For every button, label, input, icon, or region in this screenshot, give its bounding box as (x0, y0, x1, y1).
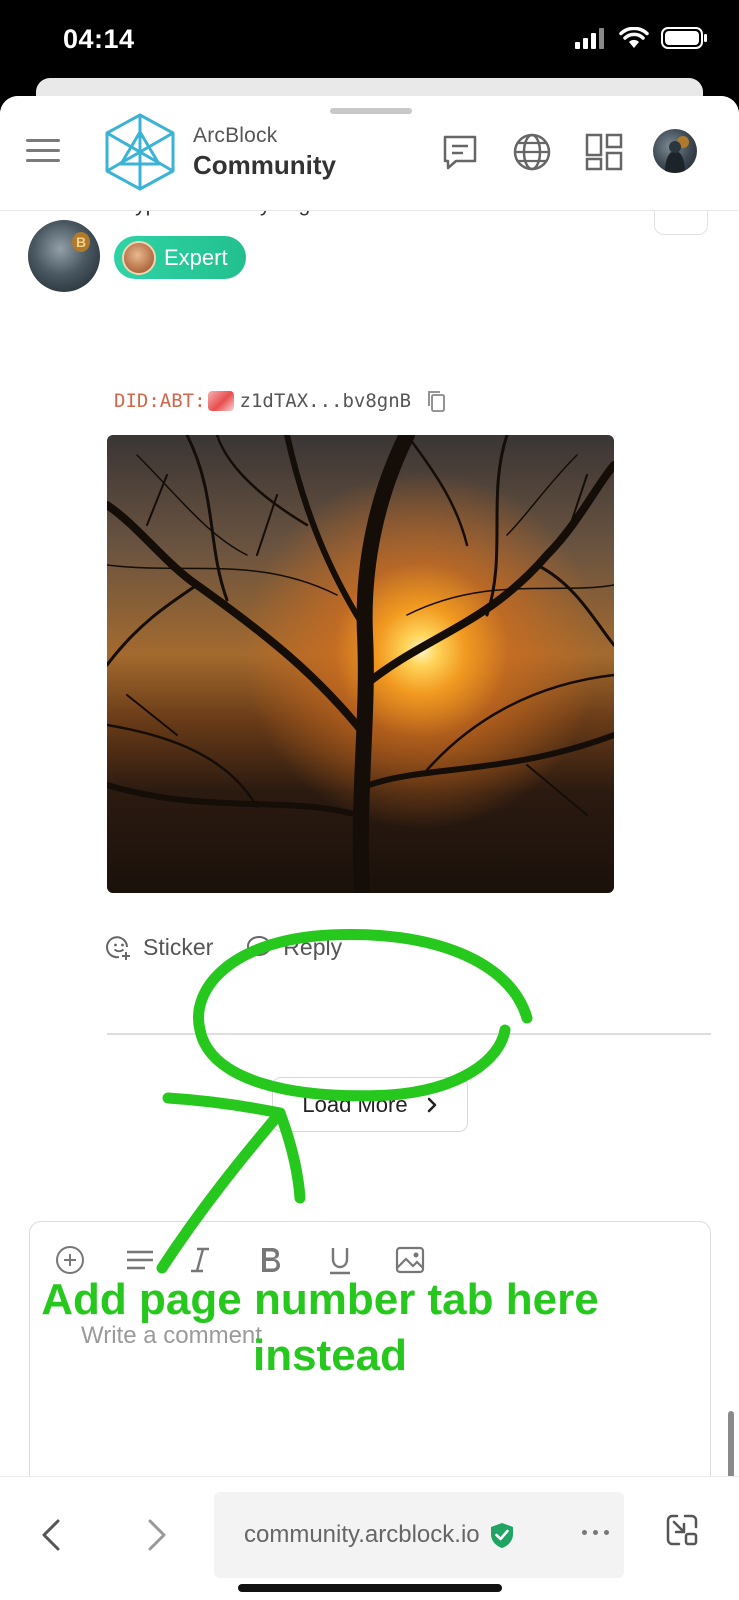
annotation-line-1: Add page number tab here (41, 1275, 599, 1324)
status-icons (575, 26, 709, 50)
brand-name[interactable]: ArcBlock Community (193, 124, 336, 181)
address-bar[interactable]: community.arcblock.io (214, 1492, 624, 1578)
avatar-coin-icon (665, 136, 689, 173)
sticker-button[interactable]: Sticker (105, 933, 213, 961)
sheet-grabber[interactable] (330, 108, 412, 114)
comment-actions: Sticker Reply (105, 933, 374, 961)
comment-image[interactable] (107, 435, 614, 893)
tabs-minimize-icon[interactable] (665, 1513, 699, 1547)
chat-icon[interactable] (440, 132, 480, 172)
reply-bubble-icon (247, 935, 272, 960)
did-address-row: DID:ABT: z1dTAX...bv8gnB (114, 389, 449, 413)
page-sheet: CrypThor · 5 days ago B Expert DID:ABT: … (0, 96, 739, 1476)
menu-icon[interactable] (26, 139, 60, 165)
reply-button[interactable]: Reply (245, 933, 342, 961)
did-address: z1dTAX...bv8gnB (239, 390, 412, 412)
chevron-right-icon (427, 1097, 436, 1112)
url-text: community.arcblock.io (244, 1521, 480, 1548)
sticker-icon (106, 936, 130, 960)
user-avatar[interactable] (653, 129, 697, 173)
wifi-icon (619, 27, 649, 48)
status-time: 04:14 (63, 24, 135, 54)
secure-shield-icon (490, 1523, 513, 1548)
globe-icon[interactable] (512, 132, 552, 172)
section-divider (107, 1033, 711, 1035)
avatar-coin-icon: B (72, 232, 90, 252)
brand-top: ArcBlock (193, 124, 278, 147)
brand-bottom: Community (193, 150, 336, 180)
reply-label: Reply (283, 933, 343, 960)
annotation-line-2: instead (252, 1331, 408, 1380)
badge-label: Expert (164, 245, 228, 270)
copy-icon[interactable] (425, 389, 449, 413)
load-more-label: Load More (302, 1091, 408, 1117)
back-arrow-icon[interactable] (34, 1513, 70, 1557)
comment-avatar[interactable]: B (28, 220, 100, 292)
page-scrollbar[interactable] (728, 1411, 734, 1476)
browser-toolbar: community.arcblock.io (0, 1476, 739, 1600)
cellular-signal-icon (575, 28, 604, 49)
medal-icon (122, 241, 156, 275)
more-options-icon[interactable] (582, 1530, 612, 1538)
arcblock-logo[interactable] (104, 112, 176, 192)
forward-arrow-icon[interactable] (138, 1513, 174, 1557)
load-more-button[interactable]: Load More (272, 1077, 468, 1132)
did-avatar-icon (207, 391, 234, 411)
tree-silhouette (107, 435, 614, 893)
did-prefix: DID:ABT: (114, 390, 206, 412)
annotation-text: Add page number tab here instead (20, 1272, 620, 1384)
apps-grid-icon[interactable] (584, 132, 624, 172)
home-indicator (238, 1584, 502, 1592)
battery-icon (661, 27, 707, 49)
site-header: ArcBlock Community (0, 96, 739, 211)
expert-badge: Expert (114, 236, 246, 279)
sticker-label: Sticker (143, 933, 214, 960)
status-bar: 04:14 (0, 0, 739, 80)
